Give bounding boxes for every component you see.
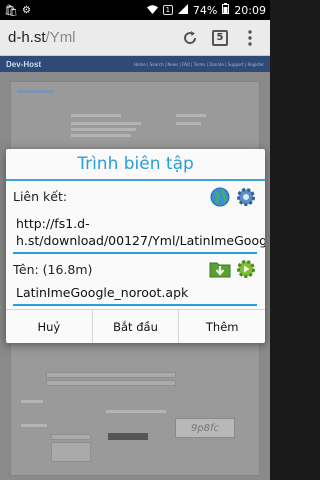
reload-icon (184, 30, 197, 44)
link-settings-button[interactable] (235, 186, 257, 208)
start-button[interactable]: Bắt đầu (91, 310, 179, 343)
address-bar[interactable]: d-h.st/Yml (8, 29, 172, 46)
url-path: /Yml (45, 29, 76, 46)
reload-button[interactable] (178, 26, 202, 50)
filename-input[interactable]: LatinImeGoogle_noroot.apk (13, 282, 257, 306)
captcha-image: 9p8fc (175, 418, 235, 438)
dialog-title: Trình biên tập (6, 149, 265, 181)
site-header: Dev-Host Home | Search | News | FAQ | Te… (0, 56, 270, 72)
link-label: Liên kết: (13, 189, 68, 204)
download-editor-dialog: Trình biên tập Liên kết: http://fs1.d-h.… (6, 149, 265, 343)
site-text (176, 122, 201, 125)
battery-icon (222, 3, 230, 17)
site-text (71, 114, 121, 117)
gear-play-icon (237, 260, 255, 278)
folder-download-icon (209, 262, 231, 278)
site-text (21, 400, 43, 403)
name-label: Tên: (16.8m) (13, 262, 93, 277)
overflow-menu-icon (248, 29, 252, 46)
site-text (71, 134, 131, 137)
gear-icon (237, 188, 255, 206)
dialog-buttons: Huỷ Bắt đầu Thêm (6, 309, 265, 343)
battery-percent: 74% (192, 3, 218, 17)
android-icon: ⚙ (21, 4, 31, 16)
add-button[interactable]: Thêm (178, 310, 265, 343)
site-text (176, 114, 206, 117)
site-field (46, 372, 176, 378)
site-text (71, 122, 141, 125)
site-text (71, 128, 136, 131)
site-text (21, 424, 47, 427)
browser-toolbar: d-h.st/Yml 5 (0, 20, 270, 56)
globe-icon (210, 187, 230, 207)
site-logo: Dev-Host (6, 59, 42, 69)
site-tab (17, 90, 53, 93)
menu-button[interactable] (238, 26, 262, 50)
site-field (51, 442, 91, 462)
url-host: d-h.st (8, 29, 46, 46)
tabs-button[interactable]: 5 (208, 26, 232, 50)
signal-icon (177, 3, 188, 17)
browser-button[interactable] (209, 186, 231, 208)
site-field (46, 380, 176, 386)
wifi-icon (146, 4, 158, 17)
clock: 20:09 (234, 3, 266, 17)
name-settings-button[interactable] (235, 258, 257, 280)
site-text (106, 410, 166, 413)
sim-icon: 1 (162, 5, 173, 15)
site-nav: Home | Search | News | FAQ | Terms | Don… (134, 61, 264, 67)
choose-folder-button[interactable] (209, 258, 231, 280)
site-field (51, 434, 91, 440)
post-comment-button (108, 433, 148, 440)
link-input[interactable]: http://fs1.d-h.st/download/00127/Yml/Lat… (13, 213, 265, 254)
shopping-bag-icon: 🛍 (4, 3, 18, 17)
status-bar: 🛍 ⚙ 1 74% 20:09 (0, 0, 270, 20)
tab-count: 5 (212, 29, 228, 46)
screen: 🛍 ⚙ 1 74% 20:09 d-h.st/Yml 5 Dev-Host Ho… (0, 0, 270, 480)
cancel-button[interactable]: Huỷ (6, 310, 92, 343)
